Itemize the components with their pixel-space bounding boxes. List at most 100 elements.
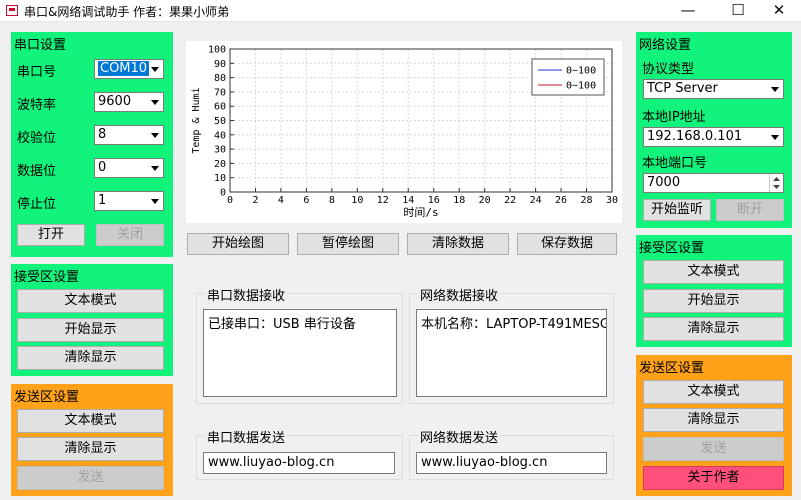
local-port-label: 本地端口号	[642, 156, 708, 171]
start-plot-button[interactable]: 开始绘图	[187, 233, 289, 255]
open-port-button[interactable]: 打开	[17, 224, 85, 246]
left-receive-title: 接受区设置	[14, 270, 80, 285]
y-tick-label: 30	[214, 145, 226, 156]
x-tick-label: 28	[581, 195, 593, 206]
local-port-value: 7000	[647, 175, 681, 190]
port-select[interactable]: COM10	[94, 59, 164, 79]
baud-label: 波特率	[17, 98, 57, 113]
network-send-group: 网络数据发送 www.liuyao-blog.cn	[409, 427, 614, 480]
network-send-title: 网络数据发送	[418, 427, 501, 446]
right-recv-text-mode-button[interactable]: 文本模式	[643, 260, 784, 284]
legend-label: 0~100	[566, 81, 596, 92]
window-title: 串口&网络调试助手 作者：果果小师弟	[24, 5, 230, 19]
close-window-button[interactable]: ✕	[756, 0, 801, 22]
y-tick-label: 50	[214, 116, 226, 127]
y-tick-label: 0	[220, 188, 226, 199]
chevron-down-icon	[769, 83, 781, 95]
x-tick-label: 22	[504, 195, 516, 206]
port-label: 串口号	[17, 65, 57, 80]
serial-receive-textarea[interactable]: 已接串口：USB 串行设备	[203, 309, 397, 397]
data-bits-value: 0	[98, 160, 107, 175]
spin-arrows-icon[interactable]	[769, 174, 783, 192]
minimize-button[interactable]: —	[665, 0, 711, 22]
left-send-settings-panel: 发送区设置 文本模式 清除显示 发送	[11, 384, 173, 496]
y-tick-label: 70	[214, 87, 226, 98]
right-send-text-mode-button[interactable]: 文本模式	[643, 380, 784, 404]
baud-value: 9600	[98, 94, 132, 109]
protocol-value: TCP Server	[647, 81, 718, 96]
parity-value: 8	[98, 127, 107, 142]
y-tick-label: 10	[214, 173, 226, 184]
serial-send-title: 串口数据发送	[205, 427, 288, 446]
protocol-label: 协议类型	[642, 62, 695, 77]
data-bits-select[interactable]: 0	[94, 158, 164, 178]
serial-settings-panel: 串口设置 串口号 COM10 波特率 9600 校验位 8 数据位 0 停止位 …	[11, 32, 173, 257]
close-port-button[interactable]: 关闭	[96, 224, 164, 246]
x-tick-label: 2	[252, 195, 258, 206]
x-tick-label: 18	[453, 195, 465, 206]
chevron-down-icon	[149, 129, 161, 141]
right-receive-title: 接受区设置	[639, 241, 705, 256]
pause-plot-button[interactable]: 暂停绘图	[297, 233, 399, 255]
x-tick-label: 12	[377, 195, 389, 206]
ip-label: 本地IP地址	[642, 110, 706, 125]
y-tick-label: 80	[214, 73, 226, 84]
ip-value: 192.168.0.101	[647, 129, 743, 144]
start-listen-button[interactable]: 开始监听	[643, 199, 711, 221]
clear-data-button[interactable]: 清除数据	[407, 233, 509, 255]
left-recv-text-mode-button[interactable]: 文本模式	[17, 289, 164, 313]
stop-bits-value: 1	[98, 193, 107, 208]
x-tick-label: 14	[402, 195, 414, 206]
save-data-button[interactable]: 保存数据	[517, 233, 617, 255]
chart-area: 0 2 4 6 8 10 12 14 16 18 20 22 24 26 28 30 0 10 20 30 40 50 60…	[186, 41, 622, 223]
right-send-button[interactable]: 发送	[643, 437, 784, 461]
left-send-button[interactable]: 发送	[17, 466, 164, 490]
network-send-input[interactable]: www.liuyao-blog.cn	[416, 452, 607, 474]
left-recv-clear-show-button[interactable]: 清除显示	[17, 346, 164, 370]
maximize-button[interactable]: ☐	[715, 0, 761, 22]
right-recv-clear-show-button[interactable]: 清除显示	[643, 317, 784, 341]
serial-send-input[interactable]: www.liuyao-blog.cn	[203, 452, 395, 474]
x-axis-label: 时间/s	[403, 206, 438, 219]
right-receive-settings-panel: 接受区设置 文本模式 开始显示 清除显示	[636, 235, 792, 347]
x-tick-label: 16	[428, 195, 440, 206]
x-tick-label: 20	[479, 195, 491, 206]
y-tick-label: 90	[214, 59, 226, 70]
local-port-spinbox[interactable]: 7000	[643, 173, 784, 193]
left-receive-settings-panel: 接受区设置 文本模式 开始显示 清除显示	[11, 264, 173, 376]
temp-humi-chart: 0 2 4 6 8 10 12 14 16 18 20 22 24 26 28 300102030405060…	[191, 45, 618, 220]
right-send-clear-show-button[interactable]: 清除显示	[643, 408, 784, 432]
ip-select[interactable]: 192.168.0.101	[643, 127, 784, 147]
left-send-text-mode-button[interactable]: 文本模式	[17, 409, 164, 433]
y-tick-label: 60	[214, 102, 226, 113]
x-tick-label: 6	[303, 195, 309, 206]
y-tick-label: 100	[208, 45, 226, 56]
network-receive-textarea[interactable]: 本机名称：LAPTOP-T491MESG	[416, 309, 607, 397]
serial-send-group: 串口数据发送 www.liuyao-blog.cn	[196, 427, 403, 480]
baud-select[interactable]: 9600	[94, 92, 164, 112]
network-settings-title: 网络设置	[639, 38, 692, 53]
left-recv-start-show-button[interactable]: 开始显示	[17, 318, 164, 342]
chevron-down-icon	[149, 195, 161, 207]
app-icon	[6, 5, 18, 16]
x-tick-label: 26	[555, 195, 567, 206]
right-send-settings-panel: 发送区设置 文本模式 清除显示 发送 关于作者	[636, 355, 792, 496]
protocol-select[interactable]: TCP Server	[643, 79, 784, 99]
network-settings-panel: 网络设置 协议类型 TCP Server 本地IP地址 192.168.0.10…	[636, 32, 792, 228]
port-value: COM10	[98, 61, 150, 76]
right-recv-start-show-button[interactable]: 开始显示	[643, 289, 784, 313]
stop-bits-select[interactable]: 1	[94, 191, 164, 211]
left-send-title: 发送区设置	[14, 390, 80, 405]
title-bar: 串口&网络调试助手 作者：果果小师弟 — ☐ ✕	[0, 0, 801, 22]
parity-select[interactable]: 8	[94, 125, 164, 145]
x-tick-label: 30	[606, 195, 618, 206]
data-bits-label: 数据位	[17, 164, 57, 179]
right-send-title: 发送区设置	[639, 361, 705, 376]
chevron-down-icon	[149, 96, 161, 108]
network-receive-group: 网络数据接收 本机名称：LAPTOP-T491MESG	[409, 285, 614, 404]
left-send-clear-show-button[interactable]: 清除显示	[17, 437, 164, 461]
y-tick-label: 20	[214, 159, 226, 170]
x-tick-label: 10	[351, 195, 363, 206]
about-author-button[interactable]: 关于作者	[643, 466, 784, 490]
disconnect-button[interactable]: 断开	[716, 199, 784, 221]
